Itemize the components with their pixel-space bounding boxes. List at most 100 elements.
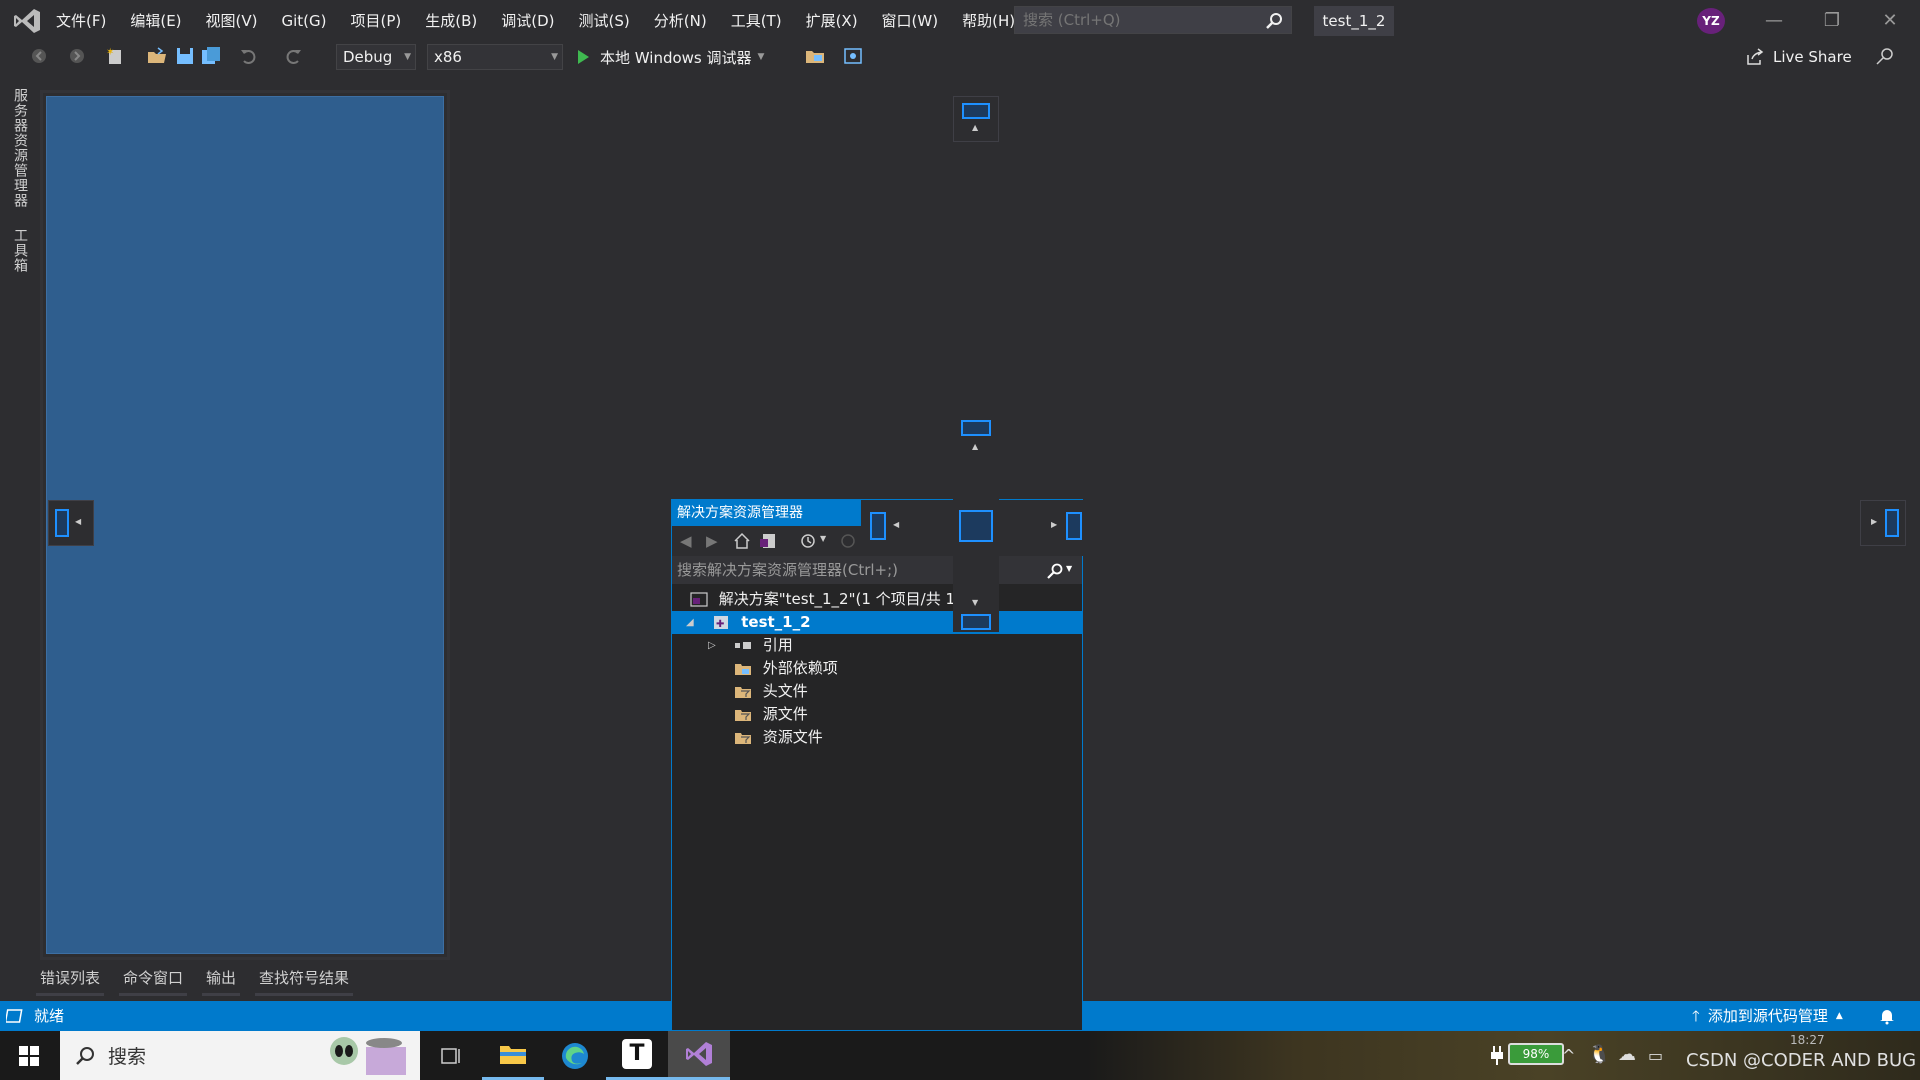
menu-analyze[interactable]: 分析(N)	[642, 0, 719, 42]
run-target-label: 本地 Windows 调试器	[600, 48, 752, 67]
taskbar-search-label: 搜索	[108, 1046, 147, 1068]
tree-item-references[interactable]: ▷ 引用	[672, 634, 1082, 657]
search-icon[interactable]	[1046, 562, 1064, 580]
sync-icon[interactable]	[838, 531, 858, 551]
tab-command-window[interactable]: 命令窗口	[119, 966, 188, 996]
dock-center-right-icon[interactable]	[1066, 512, 1082, 540]
menu-build[interactable]: 生成(B)	[413, 0, 489, 42]
tab-server-explorer[interactable]: 服务器资源管理器	[10, 88, 30, 208]
tab-find-symbol-results[interactable]: 查找符号结果	[255, 966, 354, 996]
add-to-source-control-button[interactable]: 🡑 添加到源代码管理 ▲	[1692, 1001, 1843, 1031]
power-plug-icon[interactable]	[1490, 1044, 1504, 1066]
file-explorer-taskbar-button[interactable]	[482, 1031, 544, 1080]
navigate-back-icon[interactable]	[28, 45, 50, 67]
task-view-button[interactable]	[420, 1031, 482, 1080]
new-project-icon[interactable]: ✶	[104, 45, 126, 67]
pending-changes-filter-icon[interactable]	[798, 531, 818, 551]
feedback-icon[interactable]	[1873, 46, 1895, 68]
switch-views-icon[interactable]	[758, 531, 778, 551]
menu-window[interactable]: 窗口(W)	[870, 0, 951, 42]
solution-explorer-window[interactable]: 解决方案资源管理器 ▼ ▭ ✕ ◀ ▶ ▼ 搜索解决方案资源管理器(Ctrl+;…	[671, 499, 1083, 1031]
references-label: 引用	[762, 636, 793, 654]
minimize-icon[interactable]: —	[1751, 6, 1797, 36]
tree-item-source-files[interactable]: 源文件	[672, 703, 1082, 726]
visual-studio-taskbar-button[interactable]	[668, 1031, 730, 1080]
menu-file[interactable]: 文件(F)	[44, 0, 118, 42]
global-search-box[interactable]	[1014, 6, 1292, 34]
qq-tray-icon[interactable]: 🐧	[1588, 1044, 1610, 1065]
battery-indicator[interactable]: 98%	[1508, 1043, 1564, 1065]
tree-item-header-files[interactable]: 头文件	[672, 680, 1082, 703]
onedrive-cloud-icon[interactable]: ☁	[1618, 1044, 1636, 1065]
project-title-badge: test_1_2	[1314, 6, 1394, 36]
menu-view[interactable]: 视图(V)	[194, 0, 270, 42]
dock-guide-top-outer[interactable]: ▲	[953, 96, 999, 142]
taskbar-clock[interactable]: 18:27	[1790, 1033, 1825, 1047]
save-icon[interactable]	[174, 45, 196, 67]
search-icon[interactable]	[1265, 12, 1283, 30]
menu-debug[interactable]: 调试(D)	[489, 0, 566, 42]
global-search-input[interactable]	[1023, 11, 1253, 29]
forward-icon[interactable]: ▶	[706, 532, 718, 550]
solution-config-value: Debug	[343, 48, 393, 66]
collapsed-triangle-icon[interactable]: ▷	[708, 634, 716, 657]
start-debugging-button[interactable]: 本地 Windows 调试器 ▼	[574, 43, 764, 71]
back-icon[interactable]: ◀	[680, 532, 692, 550]
screenshot-icon[interactable]	[842, 45, 864, 67]
play-icon	[578, 50, 589, 64]
solution-label: 解决方案"test_1_2"(1 个项目/共 1 个)	[718, 590, 981, 608]
chevron-down-icon: ▼	[404, 52, 411, 62]
tree-item-project[interactable]: ◢ ✚ test_1_2	[672, 611, 1082, 634]
save-all-icon[interactable]	[200, 45, 222, 67]
open-folder-icon[interactable]	[146, 45, 168, 67]
menu-extensions[interactable]: 扩展(X)	[794, 0, 870, 42]
chevron-down-icon[interactable]: ▼	[758, 52, 765, 62]
tree-item-resource-files[interactable]: 资源文件	[672, 726, 1082, 749]
dock-guide-left-outer[interactable]: ◀	[48, 500, 94, 546]
tab-error-list[interactable]: 错误列表	[36, 966, 105, 996]
solution-explorer-search-input[interactable]: 搜索解决方案资源管理器(Ctrl+;)	[672, 556, 1082, 584]
navigate-forward-icon[interactable]	[66, 45, 88, 67]
tree-item-external-deps[interactable]: 外部依赖项	[672, 657, 1082, 680]
windows-start-icon[interactable]	[18, 1045, 40, 1067]
project-label: test_1_2	[741, 613, 811, 631]
tab-toolbox[interactable]: 工具箱	[10, 228, 30, 273]
notifications-bell-icon[interactable]	[1878, 1007, 1896, 1025]
solution-config-combo[interactable]: Debug ▼	[336, 44, 416, 70]
chevron-down-icon[interactable]: ▼	[820, 534, 826, 543]
redo-icon[interactable]	[282, 45, 304, 67]
live-share-button[interactable]: Live Share	[1745, 44, 1852, 70]
dock-preview-highlight	[46, 96, 444, 954]
menu-project[interactable]: 项目(P)	[339, 0, 414, 42]
taskbar-search-box[interactable]: 搜索	[60, 1031, 420, 1080]
chevron-down-icon: ▼	[551, 52, 558, 62]
dock-center-left-icon[interactable]	[870, 512, 886, 540]
avatar[interactable]: YZ	[1697, 8, 1725, 34]
expanded-triangle-icon[interactable]: ◢	[686, 611, 694, 634]
network-icon[interactable]: ▭	[1648, 1046, 1663, 1065]
menu-tools[interactable]: 工具(T)	[719, 0, 794, 42]
output-window-icon[interactable]	[6, 1008, 24, 1024]
typora-taskbar-button[interactable]: T	[606, 1031, 668, 1080]
tab-output[interactable]: 输出	[202, 966, 241, 996]
tree-item-solution[interactable]: 解决方案"test_1_2"(1 个项目/共 1 个)	[672, 588, 1082, 611]
dock-guide-right-outer[interactable]: ▶	[1860, 500, 1906, 546]
chevron-up-icon[interactable]: ^	[1562, 1046, 1575, 1065]
dock-center-bottom-icon[interactable]	[961, 614, 991, 630]
home-icon[interactable]	[732, 531, 752, 551]
menu-edit[interactable]: 编辑(E)	[118, 0, 193, 42]
undo-icon[interactable]	[238, 45, 260, 67]
restore-icon[interactable]: ❐	[1809, 6, 1855, 36]
share-icon	[1747, 48, 1764, 65]
solution-platform-combo[interactable]: x86 ▼	[427, 44, 563, 70]
visual-studio-logo-icon[interactable]	[12, 7, 42, 35]
chevron-up-icon: ▲	[1835, 1011, 1843, 1021]
dock-center-tab-icon[interactable]	[959, 510, 993, 542]
dock-center-top-button[interactable]	[961, 420, 991, 440]
chevron-down-icon[interactable]: ▼	[1066, 564, 1072, 573]
menu-test[interactable]: 测试(S)	[567, 0, 642, 42]
menu-git[interactable]: Git(G)	[270, 0, 339, 42]
close-icon[interactable]: ✕	[1867, 6, 1913, 36]
edge-taskbar-button[interactable]	[544, 1031, 606, 1080]
browse-folder-icon[interactable]	[804, 45, 826, 67]
